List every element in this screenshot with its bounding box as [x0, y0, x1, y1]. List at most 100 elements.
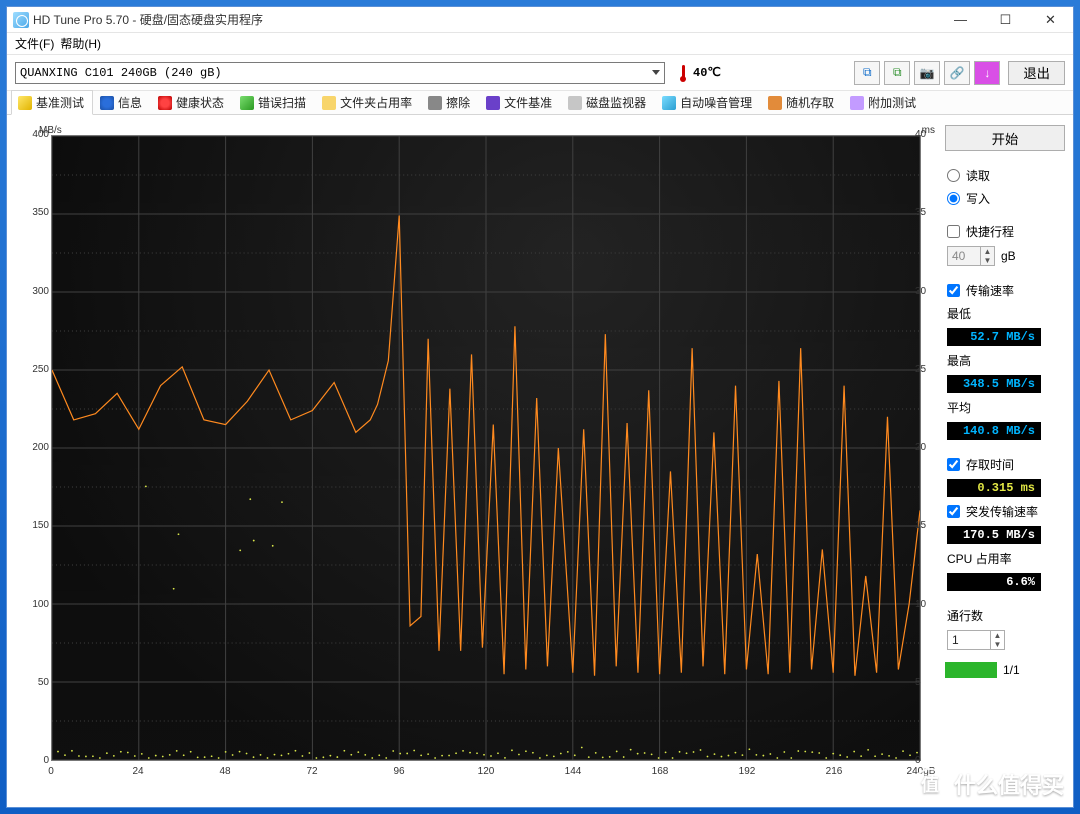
exit-button[interactable]: 退出: [1008, 61, 1065, 85]
erase-icon: [428, 96, 442, 110]
monitor-icon: [568, 96, 582, 110]
read-radio[interactable]: [947, 169, 960, 182]
save-report-button[interactable]: ⧉: [884, 61, 910, 85]
tab-folder-usage[interactable]: 文件夹占用率: [315, 90, 421, 114]
x-tick: 168: [652, 766, 669, 777]
access-checkbox[interactable]: [947, 458, 960, 471]
radio-read[interactable]: 读取: [945, 167, 1065, 184]
tabbar: 基准测试 信息 健康状态 错误扫描 文件夹占用率 擦除 文件基准 磁盘监视器 自…: [7, 91, 1073, 115]
x-tick: 48: [219, 766, 230, 777]
minimize-button[interactable]: —: [938, 7, 983, 32]
file-benchmark-icon: [486, 96, 500, 110]
passes-spin[interactable]: 1 ▲▼: [947, 630, 1005, 650]
y-left-tick: 150: [21, 520, 49, 531]
y-right-tick: 15: [915, 520, 935, 531]
tab-info[interactable]: 信息: [93, 90, 151, 114]
tab-erase[interactable]: 擦除: [421, 90, 479, 114]
x-tick: 72: [306, 766, 317, 777]
x-tick: 216: [826, 766, 843, 777]
watermark: 值 什么值得买: [914, 768, 1064, 800]
y-left-tick: 400: [21, 129, 49, 140]
burst-checkbox[interactable]: [947, 505, 960, 518]
random-icon: [768, 96, 782, 110]
check-transfer-rate[interactable]: 传输速率: [945, 282, 1065, 299]
drive-select-value: QUANXING C101 240GB (240 gB): [20, 66, 222, 80]
short-stroke-checkbox[interactable]: [947, 225, 960, 238]
spin-down-icon[interactable]: ▼: [991, 640, 1004, 649]
maximize-button[interactable]: ☐: [983, 7, 1028, 32]
info-icon: [100, 96, 114, 110]
y-right-tick: 5: [915, 677, 935, 688]
download-button[interactable]: ↓: [974, 61, 1000, 85]
temperature-value: 40℃: [693, 65, 721, 80]
y-left-tick: 350: [21, 207, 49, 218]
pass-progress-bar: [945, 662, 997, 678]
write-radio[interactable]: [947, 192, 960, 205]
x-tick: 24: [132, 766, 143, 777]
x-tick: 192: [739, 766, 756, 777]
menu-file[interactable]: 文件(F): [15, 35, 54, 52]
titlebar: HD Tune Pro 5.70 - 硬盘/固态硬盘实用程序 — ☐ ✕: [7, 7, 1073, 33]
check-burst-rate[interactable]: 突发传输速率: [945, 503, 1065, 520]
app-icon: [13, 12, 29, 28]
y-left-tick: 0: [21, 755, 49, 766]
y-left-tick: 50: [21, 677, 49, 688]
stat-avg: 140.8 MB/s: [947, 422, 1041, 440]
label-min: 最低: [945, 305, 1065, 322]
close-button[interactable]: ✕: [1028, 7, 1073, 32]
y-right-tick: 0: [915, 755, 935, 766]
short-stroke-value: 40 ▲▼: [947, 246, 995, 266]
additional-icon: [850, 96, 864, 110]
transfer-checkbox[interactable]: [947, 284, 960, 297]
stat-burst: 170.5 MB/s: [947, 526, 1041, 544]
label-cpu: CPU 占用率: [945, 550, 1065, 567]
chevron-down-icon: [652, 70, 660, 75]
x-tick: 96: [393, 766, 404, 777]
x-tick: 144: [565, 766, 582, 777]
radio-write[interactable]: 写入: [945, 190, 1065, 207]
device-toolbar: QUANXING C101 240GB (240 gB) 40℃ ⧉ ⧉ 📷 🔗…: [7, 55, 1073, 91]
tab-disk-monitor[interactable]: 磁盘监视器: [561, 90, 655, 114]
tab-random-access[interactable]: 随机存取: [761, 90, 843, 114]
start-button[interactable]: 开始: [945, 125, 1065, 151]
thermometer-icon: [677, 64, 689, 82]
health-icon: [158, 96, 172, 110]
pass-progress-text: 1/1: [1003, 663, 1020, 677]
label-max: 最高: [945, 352, 1065, 369]
benchmark-chart: MB/s ms 40035030025020015010050040353025…: [21, 125, 935, 777]
refresh-button[interactable]: 🔗: [944, 61, 970, 85]
tab-file-benchmark[interactable]: 文件基准: [479, 90, 561, 114]
label-passes: 通行数: [945, 607, 1065, 624]
plot-area: [51, 135, 921, 761]
check-short-stroke[interactable]: 快捷行程: [945, 223, 1065, 240]
folder-icon: [322, 96, 336, 110]
tab-additional-tests[interactable]: 附加测试: [843, 90, 925, 114]
tab-benchmark[interactable]: 基准测试: [11, 90, 93, 115]
tab-health[interactable]: 健康状态: [151, 90, 233, 114]
y-right-tick: 35: [915, 207, 935, 218]
x-tick: 0: [48, 766, 54, 777]
y-right-tick: 10: [915, 599, 935, 610]
y-right-tick: 40: [915, 129, 935, 140]
tab-aam[interactable]: 自动噪音管理: [655, 90, 761, 114]
check-access-time[interactable]: 存取时间: [945, 456, 1065, 473]
copy-info-button[interactable]: ⧉: [854, 61, 880, 85]
scan-icon: [240, 96, 254, 110]
stat-min: 52.7 MB/s: [947, 328, 1041, 346]
menu-help[interactable]: 帮助(H): [60, 35, 101, 52]
main-window: HD Tune Pro 5.70 - 硬盘/固态硬盘实用程序 — ☐ ✕ 文件(…: [6, 6, 1074, 808]
y-left-tick: 300: [21, 286, 49, 297]
x-tick: 120: [478, 766, 495, 777]
y-right-tick: 25: [915, 364, 935, 375]
stat-access: 0.315 ms: [947, 479, 1041, 497]
screenshot-button[interactable]: 📷: [914, 61, 940, 85]
temperature-display: 40℃: [677, 64, 721, 82]
stat-max: 348.5 MB/s: [947, 375, 1041, 393]
watermark-text: 什么值得买: [954, 768, 1064, 800]
tab-error-scan[interactable]: 错误扫描: [233, 90, 315, 114]
drive-select[interactable]: QUANXING C101 240GB (240 gB): [15, 62, 665, 84]
spin-up-icon[interactable]: ▲: [991, 631, 1004, 640]
side-panel: 开始 读取 写入 快捷行程 40 ▲▼ gB 传输速率 最低 52.7 MB/s…: [945, 125, 1065, 799]
y-right-tick: 20: [915, 442, 935, 453]
y-left-tick: 200: [21, 442, 49, 453]
